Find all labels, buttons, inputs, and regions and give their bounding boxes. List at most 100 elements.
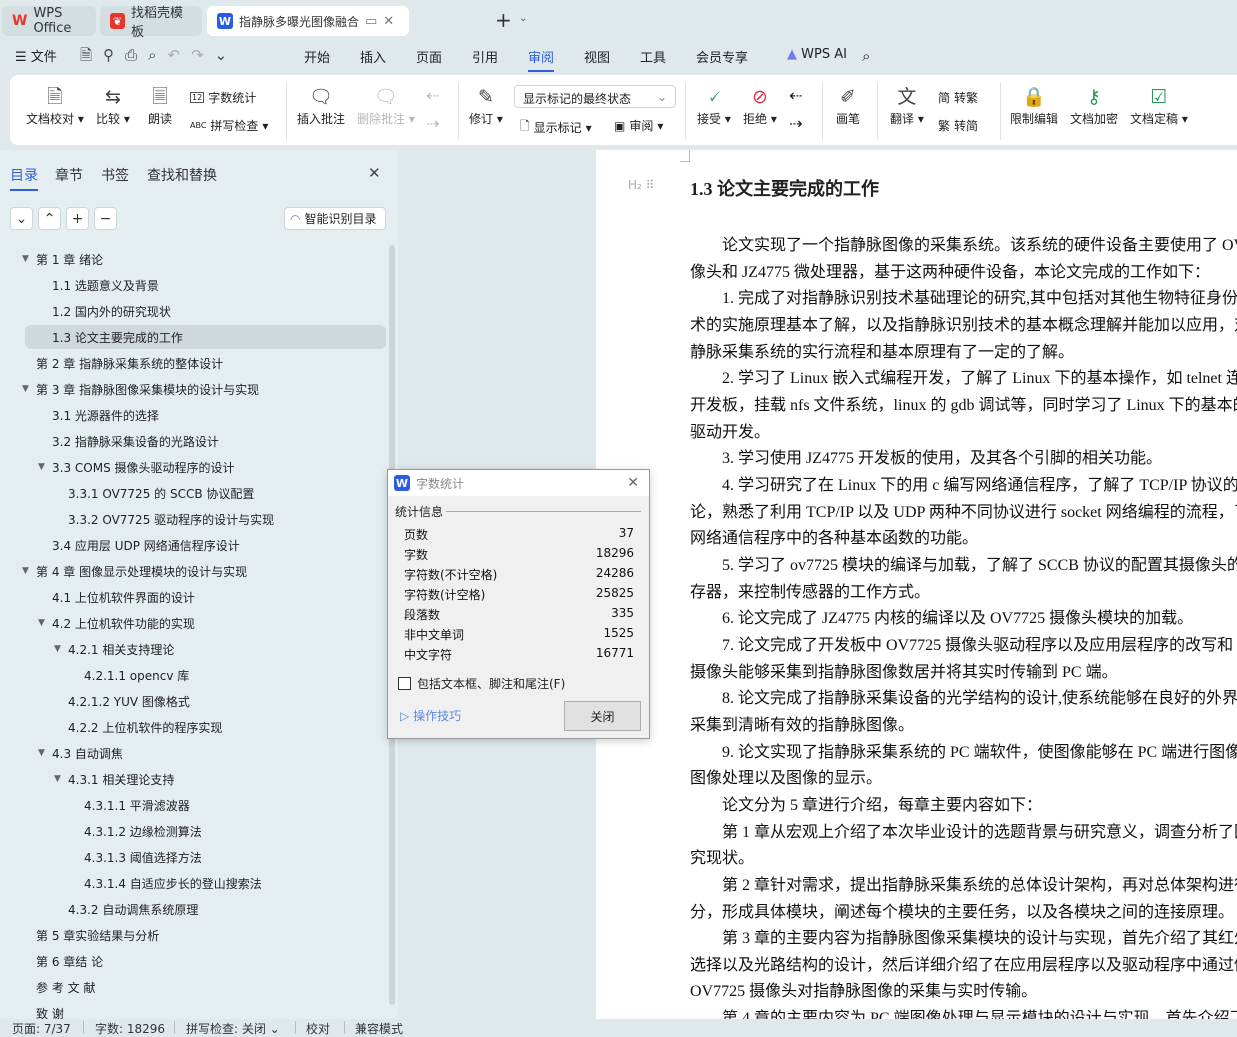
close-dialog-icon[interactable]: ✕ — [627, 475, 639, 491]
revise-button[interactable]: ✎ 修订 ▾ — [469, 84, 503, 127]
to-traditional-button[interactable]: 简转繁 — [938, 89, 978, 106]
outline-item[interactable]: ▼ 第 3 章 指静脉图像采集模块的设计与实现 — [22, 377, 386, 401]
tab-docer[interactable]: ❦ 找稻壳模板 — [100, 6, 202, 40]
menu-start[interactable]: 开始 — [304, 47, 330, 66]
expand-arrow-icon[interactable]: ▼ — [54, 644, 61, 654]
outline-item[interactable]: ▼ 4.3.1 相关理论支持 — [25, 767, 386, 791]
collapse-up-button[interactable]: ⌃ — [38, 207, 61, 230]
encrypt-button[interactable]: ⚷ 文档加密 — [1070, 84, 1118, 127]
word-count-button[interactable]: 12 字数统计 — [190, 89, 256, 106]
read-aloud-button[interactable]: 🗏 朗读 — [148, 84, 172, 127]
menu-member[interactable]: 会员专享 — [696, 47, 748, 66]
expand-down-button[interactable]: ⌄ — [10, 207, 33, 230]
tab-chapters[interactable]: 章节 — [55, 165, 83, 185]
reject-button[interactable]: ⊘ 拒绝 ▾ — [743, 84, 777, 127]
outline-item[interactable]: 4.2.2 上位机软件的程序实现 — [25, 715, 386, 739]
outline-item[interactable]: 参 考 文 献 — [25, 975, 386, 999]
insert-comment-button[interactable]: 🗨 插入批注 — [297, 84, 345, 127]
proofread-button[interactable]: 🗎 文档校对 ▾ — [26, 84, 84, 127]
accept-button[interactable]: 🗸 接受 ▾ — [697, 84, 731, 127]
expand-arrow-icon[interactable]: ▼ — [22, 384, 29, 394]
close-pane-icon[interactable]: ✕ — [368, 164, 381, 182]
outline-item[interactable]: 1.3 论文主要完成的工作 — [25, 325, 386, 349]
outline-item[interactable]: 第 2 章 指静脉采集系统的整体设计 — [25, 351, 386, 375]
outline-item[interactable]: ▼ 第 4 章 图像显示处理模块的设计与实现 — [22, 559, 386, 583]
to-simplified-button[interactable]: 繁转简 — [938, 117, 978, 134]
outline-item[interactable]: 4.3.1.2 边缘检测算法 — [25, 819, 386, 843]
markup-state-select[interactable]: 显示标记的最终状态 ⌄ — [514, 85, 676, 108]
outline-item[interactable]: 4.2.1.2 YUV 图像格式 — [25, 689, 386, 713]
expand-arrow-icon[interactable]: ▼ — [38, 462, 45, 472]
search-icon[interactable]: ⌕ — [862, 47, 870, 65]
dialog-titlebar[interactable]: W 字数统计 ✕ — [388, 470, 649, 496]
restrict-edit-button[interactable]: 🔒 限制编辑 — [1010, 84, 1058, 127]
expand-arrow-icon[interactable]: ▼ — [54, 774, 61, 784]
show-markup-button[interactable]: 🗋 显示标记 ▾ — [520, 117, 592, 138]
compare-button[interactable]: ⇆ 比较 ▾ — [96, 84, 130, 127]
outline-item[interactable]: 第 5 章实验结果与分析 — [25, 923, 386, 947]
smart-toc-button[interactable]: ◠ 智能识别目录 — [284, 207, 386, 230]
document-page[interactable]: H₂ ⠿ 1.3 论文主要完成的工作 论文实现了一个指静脉图像的采集系统。该系统… — [596, 150, 1237, 1020]
tab-wps-office[interactable]: W WPS Office — [2, 6, 96, 36]
more-icon[interactable]: ⌄ — [215, 46, 239, 64]
outline-item[interactable]: 4.3.1.3 阈值选择方法 — [25, 845, 386, 869]
word-count-indicator[interactable]: 字数: 18296 — [95, 1020, 165, 1037]
outline-item[interactable]: 1.2 国内外的研究现状 — [25, 299, 386, 323]
save-icon[interactable]: 🗎 — [80, 46, 103, 64]
expand-arrow-icon[interactable]: ▼ — [22, 566, 29, 576]
prev-change-icon[interactable]: ⇠ — [789, 86, 802, 105]
translate-button[interactable]: 文翻译 ▾ — [890, 84, 924, 127]
expand-arrow-icon[interactable]: ▼ — [38, 748, 45, 758]
print-icon[interactable]: ⎙ — [125, 46, 148, 64]
menu-reference[interactable]: 引用 — [472, 47, 498, 66]
outline-item[interactable]: 1.1 选题意义及背景 — [25, 273, 386, 297]
outline-item[interactable]: ▼ 3.3 COMS 摄像头驱动程序的设计 — [25, 455, 386, 479]
include-textbox-checkbox[interactable]: 包括文本框、脚注和尾注(F) — [398, 675, 565, 692]
outline-item[interactable]: 3.2 指静脉采集设备的光路设计 — [25, 429, 386, 453]
outline-item[interactable]: 4.3.1.1 平滑滤波器 — [25, 793, 386, 817]
prev-comment-icon[interactable]: ⇠ — [426, 86, 439, 105]
new-tab-icon[interactable]: + — [495, 8, 512, 32]
monitor-icon[interactable]: ▭ — [365, 14, 377, 29]
file-menu[interactable]: ☰ 文件 — [15, 46, 57, 65]
expand-arrow-icon[interactable]: ▼ — [38, 618, 45, 628]
print-preview-icon[interactable]: ⌕ — [148, 46, 167, 64]
outline-item[interactable]: 4.3.2 自动调焦系统原理 — [25, 897, 386, 921]
link-icon[interactable]: ⚲ — [103, 46, 125, 64]
outline-item[interactable]: 4.3.1.4 自适应步长的登山搜索法 — [25, 871, 386, 895]
menu-tools[interactable]: 工具 — [640, 47, 666, 66]
undo-icon[interactable]: ↶ — [167, 46, 191, 64]
heading-level-marker[interactable]: H₂ ⠿ — [628, 178, 654, 192]
outline-item[interactable]: 4.2.1.1 opencv 库 — [25, 663, 386, 687]
outline-item[interactable]: 第 6 章结 论 — [25, 949, 386, 973]
checkbox-box[interactable] — [398, 677, 411, 690]
demote-button[interactable]: − — [94, 207, 117, 230]
chevron-down-icon[interactable]: ⌄ — [519, 13, 527, 24]
proof-button[interactable]: 校对 — [306, 1020, 330, 1037]
tab-toc[interactable]: 目录 — [10, 165, 38, 191]
outline-item[interactable]: ▼ 第 1 章 绪论 — [22, 247, 386, 271]
review-pane-button[interactable]: ▣ 审阅 ▾ — [614, 117, 663, 134]
expand-arrow-icon[interactable]: ▼ — [22, 254, 29, 264]
tips-link[interactable]: ▷ 操作技巧 — [400, 707, 461, 724]
next-change-icon[interactable]: ⇢ — [789, 114, 802, 133]
tab-document[interactable]: W 指静脉多曝光图像融合采集设计 ▭ ✕ — [207, 6, 409, 36]
outline-item[interactable]: ▼ 4.3 自动调焦 — [25, 741, 386, 765]
close-tab-icon[interactable]: ✕ — [383, 14, 394, 29]
pen-button[interactable]: ✐ 画笔 — [836, 84, 860, 127]
outline-item[interactable]: 3.3.1 OV7725 的 SCCB 协议配置 — [25, 481, 386, 505]
outline-item[interactable]: 3.3.2 OV7725 驱动程序的设计与实现 — [25, 507, 386, 531]
outline-item[interactable]: ▼ 4.2 上位机软件功能的实现 — [25, 611, 386, 635]
redo-icon[interactable]: ↷ — [191, 46, 215, 64]
wps-ai-button[interactable]: ▲ WPS AI — [787, 47, 847, 62]
page-indicator[interactable]: 页面: 7/37 — [12, 1020, 71, 1037]
outline-item[interactable]: 致 谢 — [25, 1001, 386, 1021]
tab-bookmarks[interactable]: 书签 — [101, 165, 129, 185]
outline-item[interactable]: ▼ 4.2.1 相关支持理论 — [25, 637, 386, 661]
outline-item[interactable]: 3.4 应用层 UDP 网络通信程序设计 — [25, 533, 386, 557]
next-comment-icon[interactable]: ⇢ — [426, 114, 439, 133]
promote-button[interactable]: + — [66, 207, 89, 230]
outline-item[interactable]: 3.1 光源器件的选择 — [25, 403, 386, 427]
close-button[interactable]: 关闭 — [564, 701, 641, 731]
menu-review[interactable]: 审阅 — [528, 47, 555, 72]
